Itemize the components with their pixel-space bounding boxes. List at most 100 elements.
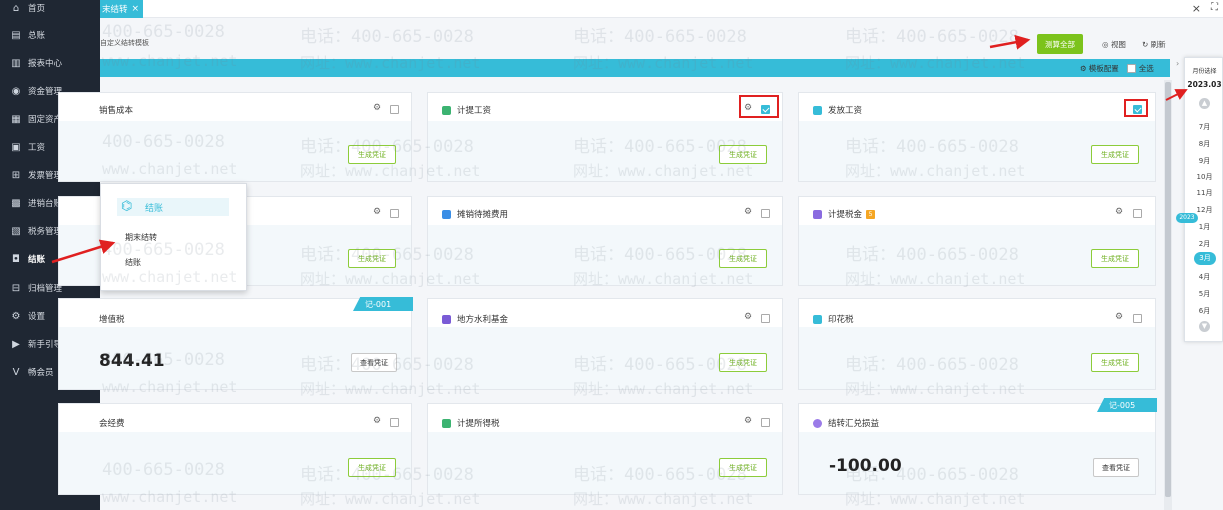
scrollbar-thumb[interactable] — [1165, 82, 1171, 497]
settle-icon: ⌬ — [121, 199, 133, 214]
sidebar-item-ledger[interactable]: ▤ 总账 — [0, 21, 100, 49]
tax-icon: ▧ — [11, 225, 21, 237]
view-button[interactable]: ◎ 视图 — [1102, 39, 1126, 50]
card-checkbox[interactable] — [390, 209, 399, 218]
fullscreen-icon[interactable]: ⛶ — [1211, 2, 1218, 13]
card-union-fee: 会经费 ⚙ 生成凭证 — [58, 403, 412, 495]
guide-icon: ▶ — [12, 338, 20, 350]
tab-period-end-transfer[interactable]: 末结转 × — [100, 0, 143, 18]
popup-header: ⌬ 结账 — [117, 198, 229, 216]
month-item[interactable]: 1月 — [1185, 222, 1223, 232]
tax-stack-icon — [813, 209, 822, 219]
card-checkbox[interactable] — [390, 105, 399, 114]
menu-item-settle[interactable]: 结账 — [125, 257, 141, 268]
generate-voucher-button[interactable]: 生成凭证 — [719, 458, 767, 477]
water-icon — [442, 314, 451, 324]
month-item[interactable]: 6月 — [1185, 306, 1223, 316]
salary-icon — [442, 105, 451, 115]
card-title: 结转汇兑损益 — [813, 417, 879, 429]
refresh-icon: ↻ — [1142, 40, 1151, 49]
card-checkbox[interactable] — [1133, 314, 1142, 323]
sidebar-item-label: 结账 — [28, 255, 46, 265]
generate-voucher-button[interactable]: 生成凭证 — [719, 145, 767, 164]
generate-voucher-button[interactable]: 生成凭证 — [1091, 145, 1139, 164]
income-tax-icon — [442, 418, 451, 428]
month-item[interactable]: 8月 — [1185, 139, 1223, 149]
template-config-link[interactable]: 模板配置 — [1089, 63, 1119, 74]
custom-template-link[interactable]: 自定义结转模板 — [100, 38, 149, 48]
chevron-up-icon[interactable]: ▲ — [1199, 98, 1210, 109]
sidebar-item-label: 进销台账 — [28, 199, 63, 209]
card-title: 计提工资 — [442, 104, 491, 116]
view-voucher-button[interactable]: 查看凭证 — [1093, 458, 1139, 477]
card-checkbox[interactable] — [761, 209, 770, 218]
month-item[interactable]: 10月 — [1185, 172, 1223, 182]
sidebar-item-label: 发票管理 — [28, 171, 63, 181]
card-pay-salary: 发放工资 生成凭证 — [798, 92, 1156, 182]
highlight-box — [739, 95, 779, 118]
month-item[interactable]: 11月 — [1185, 188, 1223, 198]
month-item[interactable]: 2月 — [1185, 239, 1223, 249]
sidebar-item-reports[interactable]: ▥ 报表中心 — [0, 49, 100, 77]
card-amortize: 摊销待摊费用 ⚙ 生成凭证 — [427, 196, 783, 286]
tab-bar: 末结转 × × ⛶ — [100, 0, 1223, 18]
amount: 844.41 — [99, 351, 165, 371]
month-item[interactable]: 9月 — [1185, 156, 1223, 166]
gear-icon[interactable]: ⚙ — [1115, 207, 1123, 217]
menu-item-period-end-transfer[interactable]: 期末结转 — [125, 232, 157, 243]
toolbar: 自定义结转模板 — [100, 18, 1170, 58]
collapse-arrow-icon[interactable]: › — [1176, 59, 1179, 68]
gear-icon[interactable]: ⚙ — [744, 312, 752, 322]
ledger-icon: ▤ — [11, 29, 21, 41]
generate-voucher-button[interactable]: 生成凭证 — [1091, 249, 1139, 268]
sidebar-item-home[interactable]: ⌂ 首页 — [0, 0, 100, 22]
sidebar-item-label: 工资 — [28, 143, 46, 153]
month-item[interactable]: 5月 — [1185, 289, 1223, 299]
window-close-icon[interactable]: × — [1192, 2, 1201, 15]
card-water-fund: 地方水利基金 ⚙ 生成凭证 — [427, 298, 783, 390]
gear-icon[interactable]: ⚙ — [744, 207, 752, 217]
view-voucher-button[interactable]: 查看凭证 — [351, 353, 397, 372]
generate-voucher-button[interactable]: 生成凭证 — [1091, 353, 1139, 372]
generate-voucher-button[interactable]: 生成凭证 — [719, 353, 767, 372]
generate-voucher-button[interactable]: 生成凭证 — [719, 249, 767, 268]
generate-voucher-button[interactable]: 生成凭证 — [348, 249, 396, 268]
gear-icon[interactable]: ⚙ — [744, 416, 752, 426]
month-item-selected[interactable]: 3月 — [1194, 252, 1216, 265]
gear-icon: ⚙ — [11, 310, 21, 322]
month-item[interactable]: 7月 — [1185, 122, 1223, 132]
card-checkbox[interactable] — [390, 418, 399, 427]
invoice-icon: ⊞ — [11, 169, 21, 181]
card-fx-gain-loss: 记-005 结转汇兑损益 -100.00 查看凭证 — [798, 398, 1157, 495]
chevron-down-icon[interactable]: ▼ — [1199, 321, 1210, 332]
card-accrue-tax: 计提税金 5 ⚙ 生成凭证 — [798, 196, 1156, 286]
vip-icon: V — [12, 366, 20, 378]
month-selector: 月份选择 2023.03 ▲ 7月 8月 9月 10月 11月 12月 1月 2… — [1184, 57, 1223, 342]
exchange-icon — [813, 418, 822, 428]
sidebar-item-label: 固定资产 — [28, 115, 63, 125]
card-checkbox[interactable] — [761, 418, 770, 427]
close-icon[interactable]: × — [132, 4, 140, 14]
view-label: 视图 — [1110, 40, 1126, 49]
highlight-box — [1124, 99, 1148, 117]
select-all-checkbox[interactable] — [1126, 64, 1136, 73]
gear-icon[interactable]: ⚙ — [373, 207, 381, 217]
card-checkbox[interactable] — [1133, 209, 1142, 218]
generate-voucher-button[interactable]: 生成凭证 — [348, 145, 396, 164]
card-checkbox[interactable] — [761, 314, 770, 323]
tab-label: 末结转 — [102, 5, 128, 15]
generate-voucher-button[interactable]: 生成凭证 — [348, 458, 396, 477]
month-panel-title: 月份选择 — [1192, 68, 1217, 75]
home-icon: ⌂ — [12, 2, 20, 14]
refresh-button[interactable]: ↻ 刷新 — [1142, 39, 1166, 50]
card-stamp-tax: 印花税 ⚙ 生成凭证 — [798, 298, 1156, 390]
card-title: 地方水利基金 — [442, 313, 508, 325]
card-title: 增值税 — [99, 315, 125, 325]
gear-icon[interactable]: ⚙ — [373, 416, 381, 426]
month-item[interactable]: 4月 — [1185, 272, 1223, 282]
sidebar-item-label: 税务管理 — [28, 227, 63, 237]
gear-icon[interactable]: ⚙ — [1115, 312, 1123, 322]
settle-all-button[interactable]: 测算全部 — [1037, 34, 1083, 54]
gear-icon[interactable]: ⚙ — [373, 103, 381, 113]
card-title: 计提所得税 — [442, 417, 500, 429]
